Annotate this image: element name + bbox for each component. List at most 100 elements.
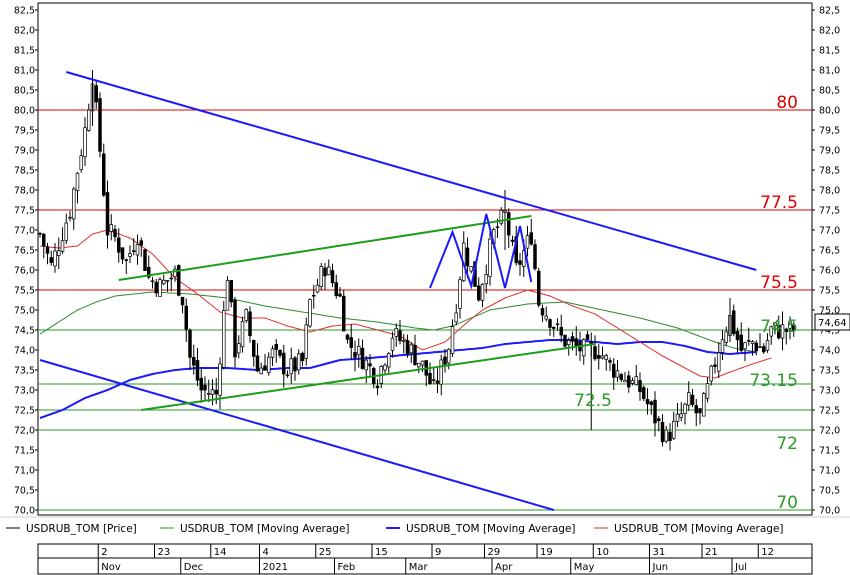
candle-body bbox=[109, 224, 113, 232]
y-tick-label: 75,5 bbox=[14, 286, 35, 297]
candle-body bbox=[465, 247, 470, 267]
candle-body bbox=[184, 305, 189, 330]
y-tick-label: 78,5 bbox=[14, 166, 35, 177]
y-tick-label: 82,0 bbox=[819, 26, 840, 37]
candle-body bbox=[630, 380, 635, 384]
candle-body bbox=[454, 312, 459, 323]
candle-body bbox=[349, 337, 354, 348]
x-tick-label: 2 bbox=[101, 547, 107, 558]
candle-body bbox=[645, 399, 650, 405]
candle-body bbox=[289, 358, 294, 375]
candle-body bbox=[713, 364, 717, 367]
candle-body bbox=[402, 340, 406, 342]
candle-body bbox=[278, 350, 282, 356]
candle-body bbox=[507, 212, 511, 236]
candle-body bbox=[252, 340, 256, 357]
candle-body bbox=[98, 98, 102, 152]
y-tick-label: 74,0 bbox=[819, 346, 840, 357]
candle-body bbox=[634, 376, 638, 386]
x-tick-label: 12 bbox=[761, 547, 774, 558]
candle-body bbox=[477, 285, 481, 301]
last-price-box: 74,64 bbox=[814, 313, 850, 331]
candle-body bbox=[60, 240, 65, 252]
candle-body bbox=[360, 347, 365, 369]
candle-body bbox=[746, 340, 751, 342]
candle-body bbox=[79, 155, 83, 170]
candle-body bbox=[443, 356, 447, 365]
candle-body bbox=[135, 244, 140, 256]
y-tick-label: 82,5 bbox=[819, 6, 840, 17]
legend-entry: USDRUB_TOM [Moving Average] bbox=[406, 523, 576, 535]
y-tick-label: 73,5 bbox=[14, 366, 35, 377]
candle-body bbox=[207, 392, 211, 395]
candle-body bbox=[327, 266, 331, 276]
y-axis-right: 70,070,571,071,572,072,573,073,574,074,5… bbox=[812, 6, 840, 517]
candle-body bbox=[604, 355, 608, 360]
y-tick-label: 71,0 bbox=[819, 466, 840, 477]
x-tick-label: 4 bbox=[263, 547, 269, 558]
candle bbox=[233, 297, 237, 368]
y-tick-label: 76,0 bbox=[14, 266, 35, 277]
x-tick-label: 23 bbox=[158, 547, 171, 558]
candle-body bbox=[116, 237, 121, 253]
candle bbox=[143, 248, 147, 271]
y-tick-label: 79,0 bbox=[14, 146, 35, 157]
candle-body bbox=[387, 353, 391, 368]
y-tick-label: 70,0 bbox=[819, 506, 840, 517]
candle-body bbox=[71, 188, 76, 220]
legend: USDRUB_TOM [Price] USDRUB_TOM [Moving Ave… bbox=[6, 523, 784, 535]
candle-body bbox=[690, 394, 695, 405]
candle-body bbox=[53, 250, 57, 267]
candle-body bbox=[619, 374, 623, 380]
x-tick-label: 29 bbox=[488, 547, 501, 558]
level-label: 72.5 bbox=[574, 391, 612, 411]
candle-body bbox=[38, 233, 42, 235]
y-tick-label: 81,5 bbox=[819, 46, 840, 57]
y-tick-label: 80,0 bbox=[14, 106, 35, 117]
candle-body bbox=[128, 253, 132, 257]
candle bbox=[177, 264, 181, 297]
candle-body bbox=[510, 239, 515, 242]
candle-body bbox=[750, 341, 755, 344]
candle-body bbox=[405, 340, 410, 355]
candle-body bbox=[638, 380, 642, 393]
candle-body bbox=[450, 326, 455, 354]
candle-body bbox=[566, 339, 571, 346]
candle-body bbox=[739, 334, 743, 351]
candle-body bbox=[574, 338, 578, 347]
candle-body bbox=[334, 282, 339, 297]
candle-body bbox=[41, 233, 46, 247]
candle-body bbox=[68, 216, 72, 219]
candle-body bbox=[660, 421, 665, 443]
candle-body bbox=[653, 399, 657, 424]
candle-body bbox=[368, 363, 372, 367]
y-tick-label: 74,0 bbox=[14, 346, 35, 357]
candle-body bbox=[731, 310, 736, 335]
candle-body bbox=[694, 405, 698, 414]
candle bbox=[536, 267, 541, 308]
candle-body bbox=[593, 346, 597, 360]
candle-body bbox=[330, 270, 335, 284]
y-tick-label: 81,0 bbox=[819, 66, 840, 77]
candle-body bbox=[357, 345, 361, 356]
candle-body bbox=[555, 323, 560, 325]
candle-body bbox=[563, 334, 567, 347]
y-tick-label: 79,5 bbox=[819, 126, 840, 137]
y-tick-label: 79,5 bbox=[14, 126, 35, 137]
x-tick-label: 9 bbox=[435, 547, 441, 558]
x-tick-label: 21 bbox=[705, 547, 718, 558]
candle-body bbox=[390, 337, 395, 351]
month-label: 2021 bbox=[263, 562, 288, 573]
candle-body bbox=[428, 372, 432, 384]
y-tick-label: 81,0 bbox=[14, 66, 35, 77]
candle-body bbox=[267, 356, 271, 373]
candle-body bbox=[86, 109, 91, 131]
level-label: 74.5 bbox=[760, 317, 798, 337]
candle-body bbox=[158, 279, 162, 297]
y-tick-label: 76,5 bbox=[819, 246, 840, 257]
candle-body bbox=[285, 374, 290, 377]
y-tick-label: 71,5 bbox=[14, 446, 35, 457]
candle-body bbox=[319, 266, 324, 288]
candle-body bbox=[735, 331, 740, 341]
x-tick-label: 10 bbox=[596, 547, 609, 558]
